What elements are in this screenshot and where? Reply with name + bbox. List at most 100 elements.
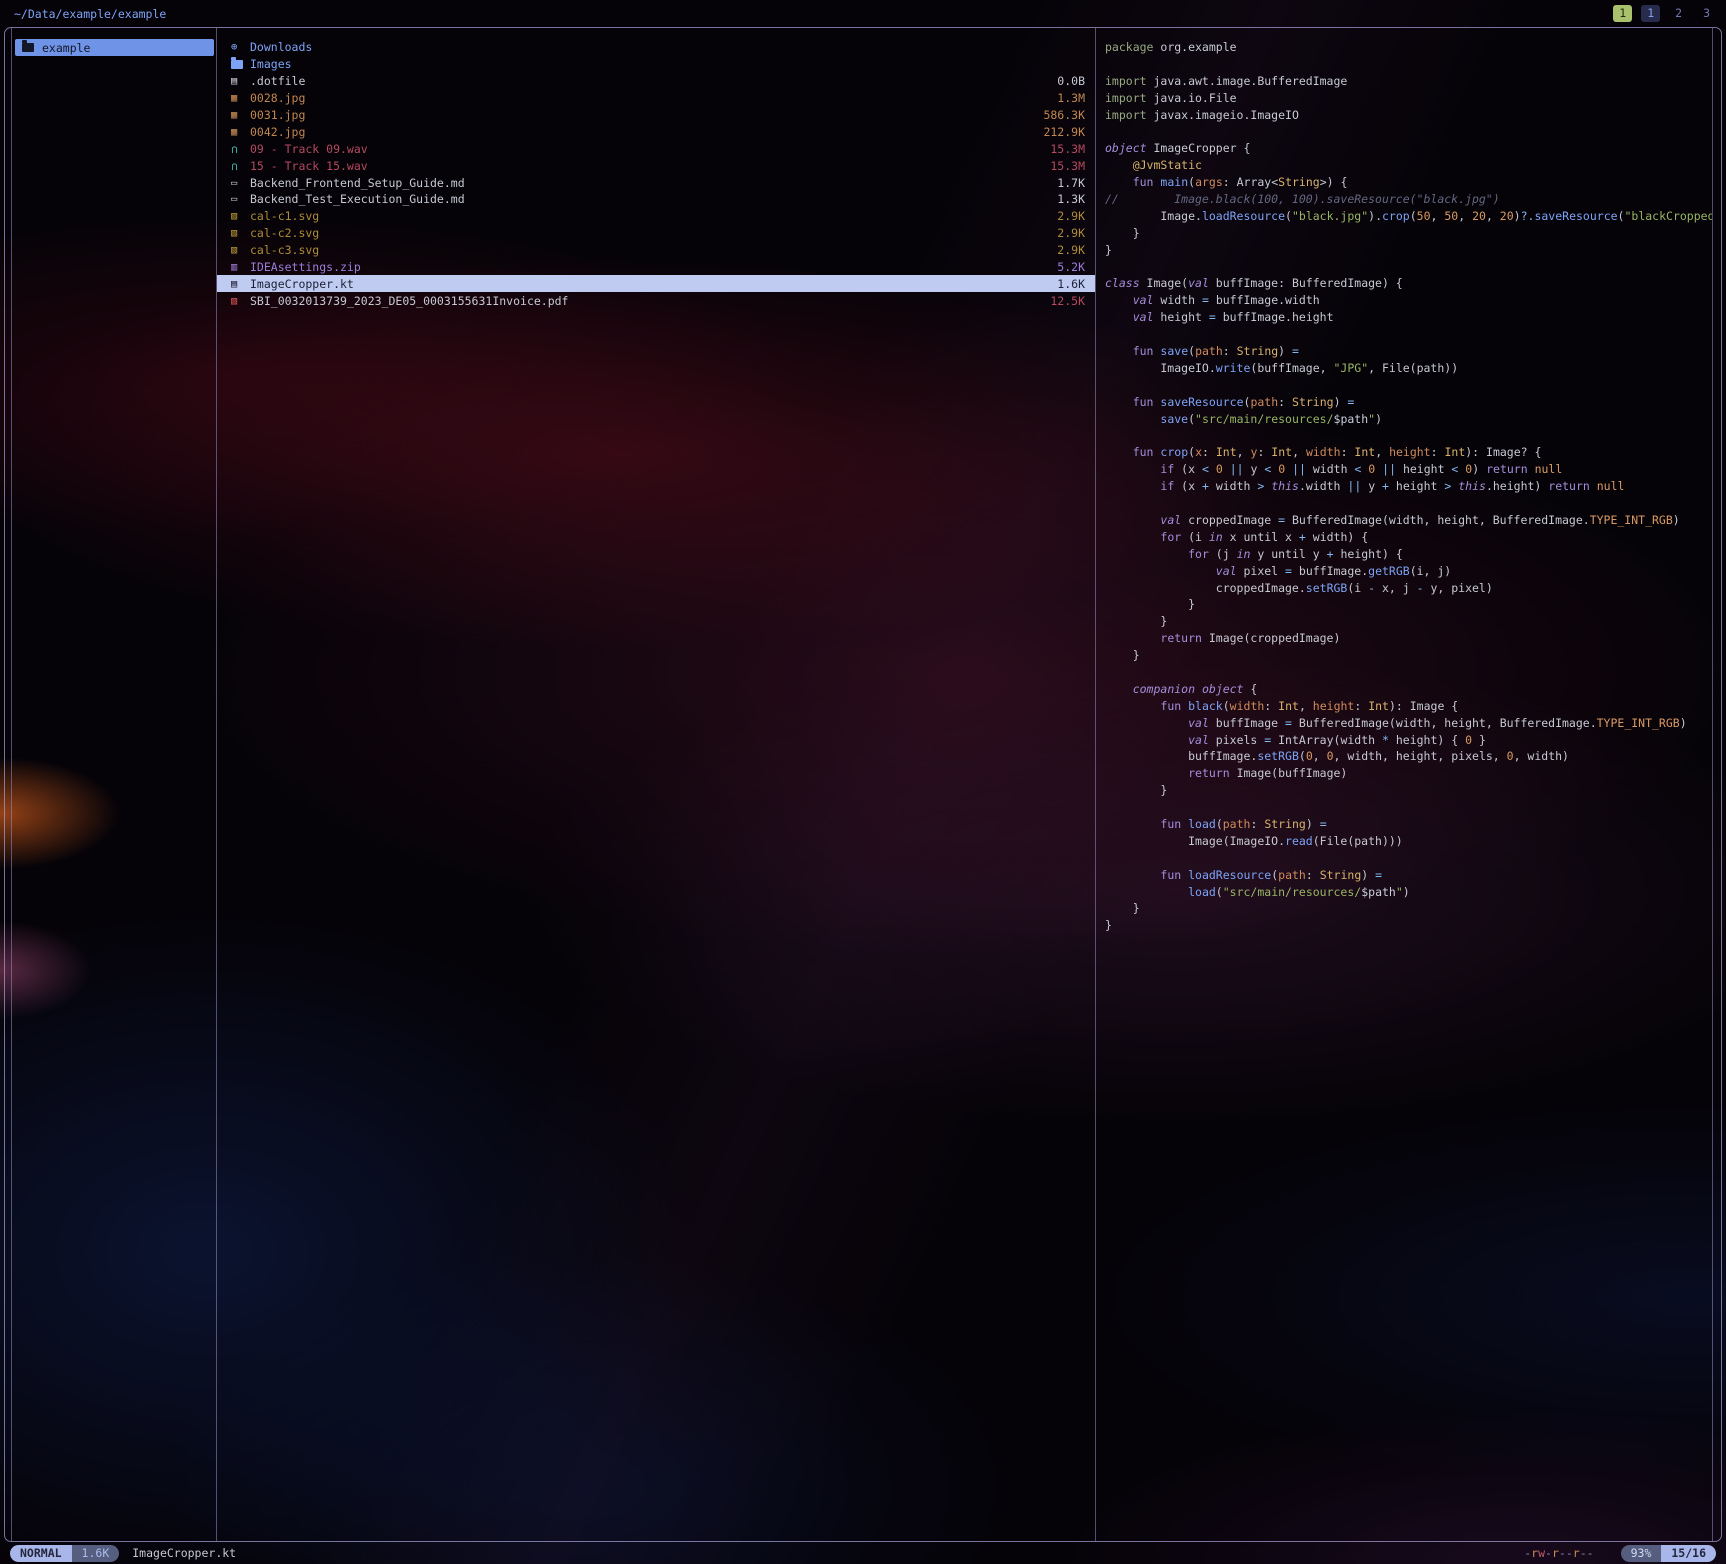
download-folder-icon: ⊕ bbox=[231, 41, 250, 53]
code-line: } bbox=[1096, 596, 1712, 613]
folder-icon bbox=[231, 60, 250, 69]
file-row[interactable]: ▭Backend_Test_Execution_Guide.md1.3K bbox=[217, 191, 1095, 208]
file-size: 586.3K bbox=[1033, 108, 1085, 122]
code-line: croppedImage.setRGB(i - x, j - y, pixel) bbox=[1096, 580, 1712, 597]
code-line: fun load(path: String) = bbox=[1096, 816, 1712, 833]
file-row[interactable]: ▧cal-c2.svg2.9K bbox=[217, 225, 1095, 242]
image-icon: ▦ bbox=[231, 126, 250, 138]
code-line bbox=[1096, 326, 1712, 343]
code-line: class Image(val buffImage: BufferedImage… bbox=[1096, 275, 1712, 292]
code-line: fun loadResource(path: String) = bbox=[1096, 867, 1712, 884]
file-size: 1.7K bbox=[1047, 176, 1085, 190]
file-size-indicator: 1.6K bbox=[72, 1545, 120, 1562]
code-line: fun saveResource(path: String) = bbox=[1096, 394, 1712, 411]
tab-bar: 1 123 bbox=[1613, 5, 1716, 22]
code-line: } bbox=[1096, 782, 1712, 799]
kotlin-file-icon: ▤ bbox=[231, 278, 250, 290]
code-line: ImageIO.write(buffImage, "JPG", File(pat… bbox=[1096, 360, 1712, 377]
breadcrumb-path: ~/Data/example/example bbox=[14, 7, 166, 21]
file-name: cal-c1.svg bbox=[250, 209, 319, 223]
code-line: Image.loadResource("black.jpg").crop(50,… bbox=[1096, 208, 1712, 225]
file-row[interactable]: ▦0028.jpg 1.3M bbox=[217, 90, 1095, 107]
top-bar: ~/Data/example/example 1 123 bbox=[0, 0, 1726, 27]
file-size: 212.9K bbox=[1033, 125, 1085, 139]
code-line bbox=[1096, 427, 1712, 444]
scroll-percent: 93% bbox=[1621, 1545, 1662, 1562]
file-name: 09 - Track 09.wav bbox=[250, 142, 368, 156]
markdown-icon: ▭ bbox=[231, 193, 250, 205]
file-row[interactable]: ▦0042.jpg 212.9K bbox=[217, 123, 1095, 140]
folder-icon bbox=[22, 43, 34, 52]
code-line: object ImageCropper { bbox=[1096, 140, 1712, 157]
file-row[interactable]: ▦0031.jpg586.3K bbox=[217, 107, 1095, 124]
markdown-icon: ▭ bbox=[231, 177, 250, 189]
tab-2[interactable]: 2 bbox=[1669, 5, 1688, 22]
code-line: fun save(path: String) = bbox=[1096, 343, 1712, 360]
audio-icon: ∩ bbox=[231, 159, 250, 173]
file-row[interactable]: ∩09 - Track 09.wav15.3M bbox=[217, 140, 1095, 157]
file-row[interactable]: ▨SBI_0032013739_2023_DE05_0003155631Invo… bbox=[217, 292, 1095, 309]
file-name: Backend_Frontend_Setup_Guide.md bbox=[250, 176, 465, 190]
status-right-group: -rw-r--r-- 93% 15/16 bbox=[1524, 1545, 1716, 1562]
file-size: 1.3M bbox=[1047, 91, 1085, 105]
tab-3[interactable]: 3 bbox=[1697, 5, 1716, 22]
preview-pane: package org.exampleimport java.awt.image… bbox=[1096, 28, 1712, 1541]
task-count-badge: 1 bbox=[1613, 5, 1632, 22]
code-line: if (x < 0 || y < 0 || width < 0 || heigh… bbox=[1096, 461, 1712, 478]
tab-1[interactable]: 1 bbox=[1641, 5, 1660, 22]
code-line: } bbox=[1096, 242, 1712, 259]
file-row[interactable]: ▧cal-c1.svg2.9K bbox=[217, 208, 1095, 225]
code-line: val buffImage = BufferedImage(width, hei… bbox=[1096, 715, 1712, 732]
pane-separator bbox=[1712, 28, 1713, 1541]
code-line: for (j in y until y + height) { bbox=[1096, 546, 1712, 563]
file-name: cal-c3.svg bbox=[250, 243, 319, 257]
code-line: return Image(croppedImage) bbox=[1096, 630, 1712, 647]
status-bar: NORMAL 1.6K ImageCropper.kt -rw-r--r-- 9… bbox=[10, 1544, 1716, 1562]
file-size: 2.9K bbox=[1047, 226, 1085, 240]
file-name: cal-c2.svg bbox=[250, 226, 319, 240]
yazi-frame: example ⊕DownloadsImages▤.dotfile0.0B▦00… bbox=[4, 27, 1722, 1542]
file-size: 1.6K bbox=[1047, 277, 1085, 291]
code-line bbox=[1096, 664, 1712, 681]
file-icon: ▤ bbox=[231, 75, 250, 87]
code-line: val width = buffImage.width bbox=[1096, 292, 1712, 309]
file-name: ImageCropper.kt bbox=[250, 277, 354, 291]
file-name: SBI_0032013739_2023_DE05_0003155631Invoi… bbox=[250, 294, 569, 308]
code-line bbox=[1096, 850, 1712, 867]
cursor-position: 15/16 bbox=[1661, 1545, 1716, 1562]
svg-icon: ▧ bbox=[231, 210, 250, 222]
code-line: import java.io.File bbox=[1096, 90, 1712, 107]
file-name: 0028.jpg bbox=[250, 91, 305, 105]
file-row[interactable]: Images bbox=[217, 56, 1095, 73]
file-row[interactable]: ▤ImageCropper.kt 1.6K bbox=[217, 275, 1095, 292]
code-line: load("src/main/resources/$path") bbox=[1096, 884, 1712, 901]
code-line: } bbox=[1096, 900, 1712, 917]
code-line: buffImage.setRGB(0, 0, width, height, pi… bbox=[1096, 748, 1712, 765]
code-line: Image(ImageIO.read(File(path))) bbox=[1096, 833, 1712, 850]
file-row[interactable]: ▤.dotfile0.0B bbox=[217, 73, 1095, 90]
code-line: val pixels = IntArray(width * height) { … bbox=[1096, 732, 1712, 749]
file-row[interactable]: ▥IDEAsettings.zip5.2K bbox=[217, 259, 1095, 276]
code-line bbox=[1096, 495, 1712, 512]
file-size: 0.0B bbox=[1047, 74, 1085, 88]
file-row[interactable]: ⊕Downloads bbox=[217, 39, 1095, 56]
image-icon: ▦ bbox=[231, 92, 250, 104]
parent-dir-item[interactable]: example bbox=[15, 39, 214, 56]
file-size: 5.2K bbox=[1047, 260, 1085, 274]
code-line bbox=[1096, 123, 1712, 140]
file-size: 15.3M bbox=[1040, 159, 1085, 173]
code-line: } bbox=[1096, 647, 1712, 664]
code-line: } bbox=[1096, 225, 1712, 242]
code-line: @JvmStatic bbox=[1096, 157, 1712, 174]
file-row[interactable]: ▭Backend_Frontend_Setup_Guide.md 1.7K bbox=[217, 174, 1095, 191]
file-row[interactable]: ▧cal-c3.svg2.9K bbox=[217, 242, 1095, 259]
file-row[interactable]: ∩15 - Track 15.wav15.3M bbox=[217, 157, 1095, 174]
status-filename: ImageCropper.kt bbox=[132, 1546, 236, 1560]
code-line: import javax.imageio.ImageIO bbox=[1096, 107, 1712, 124]
tab-list: 123 bbox=[1641, 5, 1716, 22]
file-name: 0042.jpg bbox=[250, 125, 305, 139]
code-line: val height = buffImage.height bbox=[1096, 309, 1712, 326]
code-line: } bbox=[1096, 613, 1712, 630]
file-size: 15.3M bbox=[1040, 142, 1085, 156]
file-size: 2.9K bbox=[1047, 243, 1085, 257]
